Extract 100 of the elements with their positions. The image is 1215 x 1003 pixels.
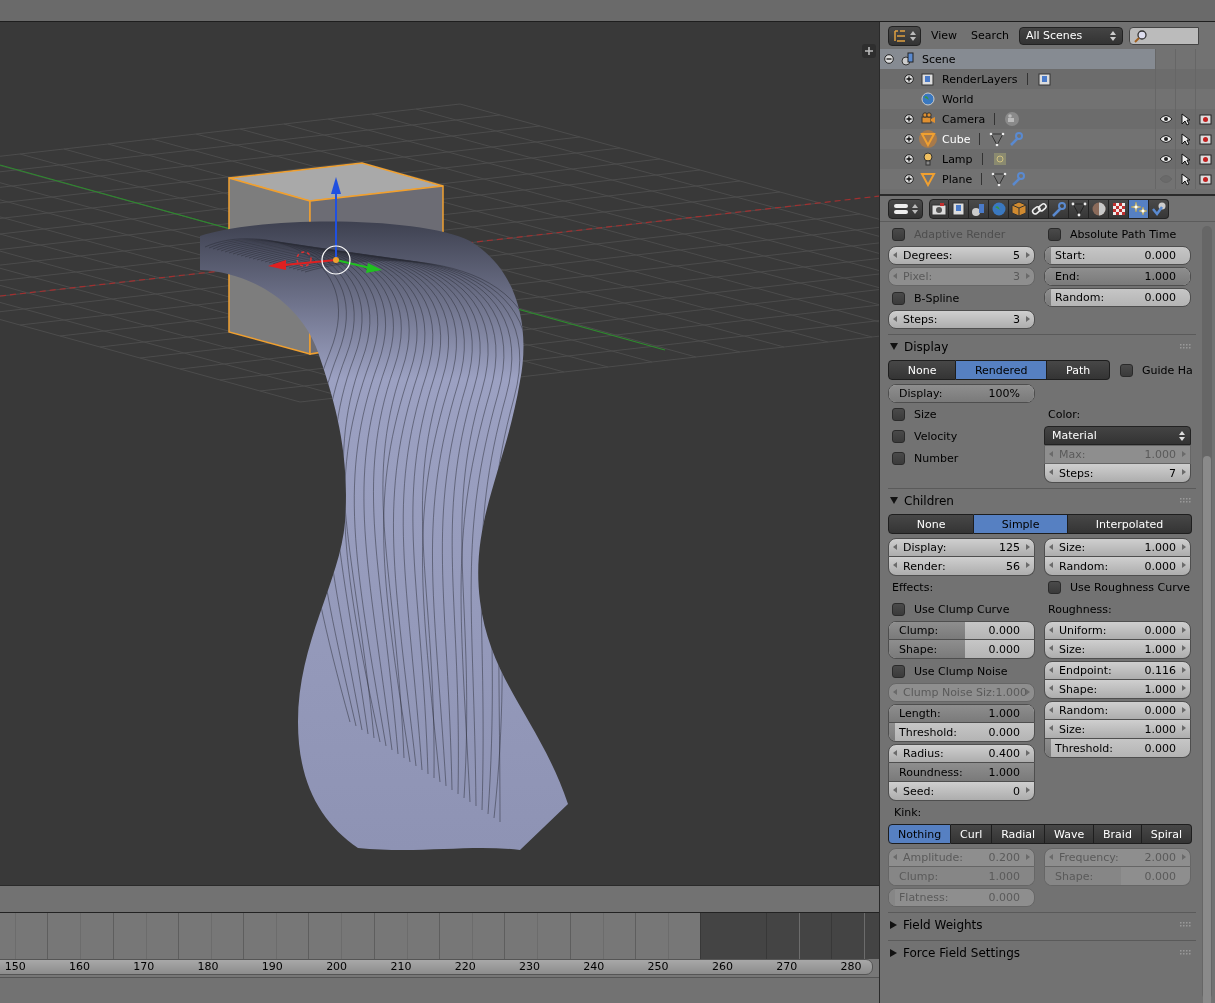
properties-tab[interactable]: [1089, 198, 1109, 219]
number-field[interactable]: Random: 0.000: [1044, 557, 1191, 576]
increment-arrow-icon[interactable]: [1182, 725, 1186, 731]
number-field[interactable]: Size: 1.000: [1044, 640, 1191, 659]
scene-filter-dropdown[interactable]: All Scenes: [1018, 26, 1123, 45]
cursor-icon[interactable]: [1180, 112, 1191, 126]
increment-arrow-icon[interactable]: [1026, 544, 1030, 550]
cursor-icon[interactable]: [1180, 132, 1191, 146]
expand-icon[interactable]: [904, 74, 914, 84]
image-stack-icon[interactable]: [1036, 71, 1053, 87]
properties-tab[interactable]: [1109, 198, 1129, 219]
checkbox[interactable]: [892, 429, 905, 443]
drag-handle-icon[interactable]: [1180, 949, 1192, 956]
increment-arrow-icon[interactable]: [1182, 562, 1186, 568]
checkbox[interactable]: [892, 602, 905, 616]
color-mode-dropdown[interactable]: Material: [1044, 426, 1191, 445]
decrement-arrow-icon[interactable]: [893, 252, 897, 258]
cursor-icon[interactable]: [1180, 172, 1191, 186]
increment-arrow-icon[interactable]: [1182, 469, 1186, 475]
increment-arrow-icon[interactable]: [1182, 544, 1186, 550]
option-button[interactable]: None: [888, 514, 975, 534]
checkbox[interactable]: [892, 291, 905, 305]
slider-field[interactable]: Threshold: 0.000: [888, 723, 1035, 742]
number-field[interactable]: Size: 1.000: [1044, 538, 1191, 557]
camera-icon[interactable]: [1199, 133, 1212, 145]
checkbox[interactable]: [892, 664, 905, 678]
option-button[interactable]: Spiral: [1141, 824, 1193, 844]
collapse-icon[interactable]: [884, 54, 894, 64]
decrement-arrow-icon[interactable]: [893, 787, 897, 793]
number-field[interactable]: Size: 1.000: [1044, 720, 1191, 739]
number-field[interactable]: Display: 125: [888, 538, 1035, 557]
increment-arrow-icon[interactable]: [1026, 562, 1030, 568]
slider-field[interactable]: Roundness: 1.000: [888, 763, 1035, 782]
checkbox[interactable]: [1120, 363, 1133, 377]
slider-field[interactable]: Shape: 0.000: [888, 640, 1035, 659]
timeline[interactable]: 150 160 170 180 190 200 210 220 230 240 250 260 270 280: [0, 912, 879, 977]
decrement-arrow-icon[interactable]: [1049, 667, 1053, 673]
editor-type-button[interactable]: [888, 198, 923, 219]
increment-arrow-icon[interactable]: [1026, 252, 1030, 258]
properties-tab[interactable]: [929, 198, 949, 219]
checkbox[interactable]: [1048, 227, 1061, 241]
number-field[interactable]: Render: 56: [888, 557, 1035, 576]
properties-tab[interactable]: [1149, 198, 1169, 219]
vertices-icon[interactable]: [991, 171, 1008, 187]
drag-handle-icon[interactable]: [1180, 921, 1192, 928]
number-field[interactable]: Steps: 7: [1044, 464, 1191, 483]
eye-icon[interactable]: [1158, 154, 1173, 164]
properties-tab[interactable]: [1069, 198, 1089, 219]
decrement-arrow-icon[interactable]: [1049, 725, 1053, 731]
number-field[interactable]: Radius: 0.400: [888, 744, 1035, 763]
slider-field[interactable]: Threshold: 0.000: [1044, 739, 1191, 758]
increment-arrow-icon[interactable]: [1026, 750, 1030, 756]
number-field[interactable]: Steps: 3: [888, 310, 1035, 329]
expand-icon[interactable]: [904, 134, 914, 144]
increment-arrow-icon[interactable]: [1182, 667, 1186, 673]
checkbox[interactable]: [892, 451, 905, 465]
number-field[interactable]: Uniform: 0.000: [1044, 621, 1191, 640]
option-button[interactable]: Nothing: [888, 824, 952, 844]
decrement-arrow-icon[interactable]: [1049, 562, 1053, 568]
decrement-arrow-icon[interactable]: [893, 316, 897, 322]
menu-button[interactable]: View: [927, 29, 962, 42]
expand-icon[interactable]: [904, 174, 914, 184]
option-button[interactable]: None: [888, 360, 957, 380]
properties-tab[interactable]: [1029, 198, 1049, 219]
eye-icon[interactable]: [1158, 134, 1173, 144]
cursor-icon[interactable]: [1180, 152, 1191, 166]
panel-header[interactable]: Children: [888, 489, 1196, 512]
drag-handle-icon[interactable]: [1180, 497, 1192, 504]
decrement-arrow-icon[interactable]: [1049, 707, 1053, 713]
slider-field[interactable]: Start: 0.000: [1044, 246, 1191, 265]
camera-icon[interactable]: [1199, 173, 1212, 185]
expand-icon[interactable]: [904, 114, 914, 124]
number-field[interactable]: Seed: 0: [888, 782, 1035, 801]
increment-arrow-icon[interactable]: [1026, 316, 1030, 322]
checkbox[interactable]: [1048, 580, 1061, 594]
slider-field[interactable]: Random: 0.000: [1044, 288, 1191, 307]
menu-button[interactable]: Search: [967, 29, 1013, 42]
eye-icon[interactable]: [1158, 114, 1173, 124]
camera-icon[interactable]: [1199, 113, 1212, 125]
increment-arrow-icon[interactable]: [1182, 627, 1186, 633]
increment-arrow-icon[interactable]: [1026, 787, 1030, 793]
decrement-arrow-icon[interactable]: [893, 562, 897, 568]
option-button[interactable]: Interpolated: [1068, 514, 1192, 534]
decrement-arrow-icon[interactable]: [1049, 469, 1053, 475]
panel-header[interactable]: Field Weights: [888, 913, 1196, 936]
plus-icon[interactable]: [862, 44, 876, 58]
number-field[interactable]: Degrees: 5: [888, 246, 1035, 265]
increment-arrow-icon[interactable]: [1182, 685, 1186, 691]
search-field[interactable]: [1128, 26, 1199, 45]
properties-tab[interactable]: [969, 198, 989, 219]
decrement-arrow-icon[interactable]: [1049, 645, 1053, 651]
option-button[interactable]: Wave: [1045, 824, 1095, 844]
slider-field[interactable]: Display: 100%: [888, 384, 1035, 403]
checkbox[interactable]: [892, 407, 905, 421]
slider-field[interactable]: Clump: 0.000: [888, 621, 1035, 640]
option-button[interactable]: Curl: [951, 824, 993, 844]
drag-handle-icon[interactable]: [1180, 343, 1192, 350]
decrement-arrow-icon[interactable]: [893, 544, 897, 550]
scrollbar-thumb[interactable]: [1203, 456, 1211, 1003]
decrement-arrow-icon[interactable]: [1049, 544, 1053, 550]
